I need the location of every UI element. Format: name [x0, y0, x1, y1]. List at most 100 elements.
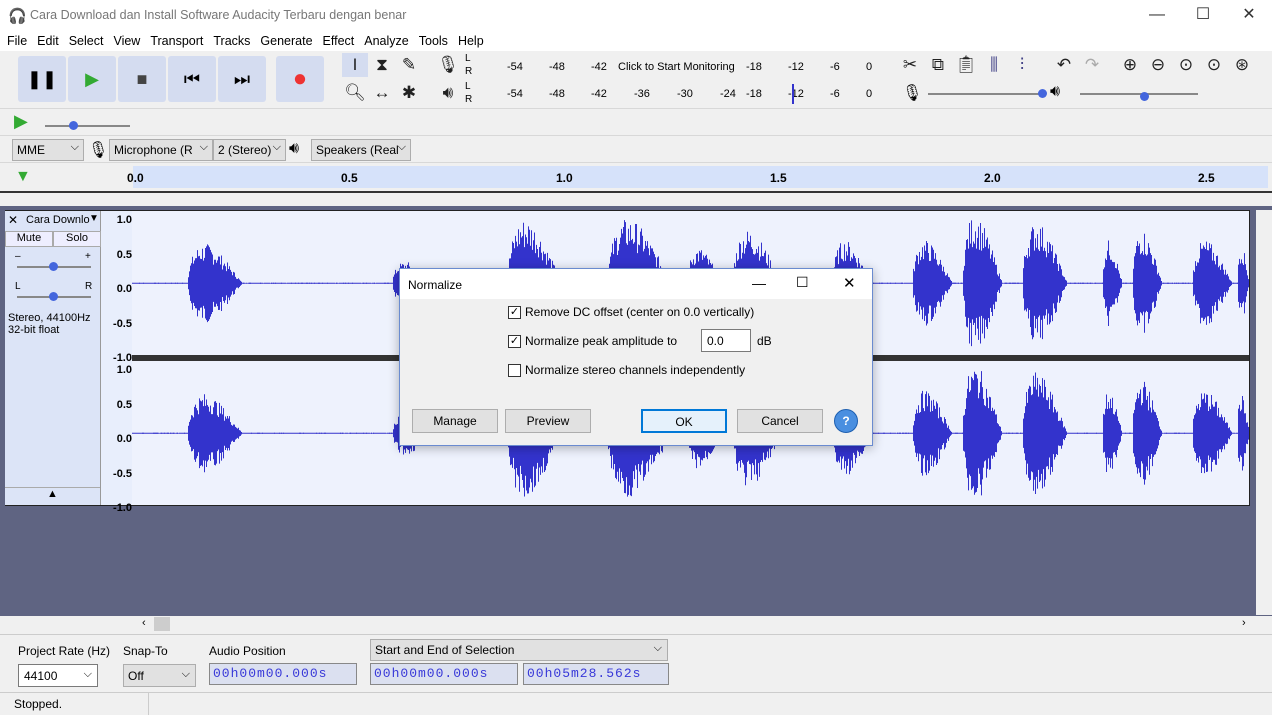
scroll-right-icon[interactable]: › — [1242, 617, 1246, 629]
record-meter-button[interactable]: 🎙︎ — [435, 53, 461, 77]
cut-icon[interactable]: ✂ — [897, 53, 923, 77]
silence-icon[interactable]: ⫶ — [1009, 53, 1035, 77]
meter-tick-label: -42 — [591, 61, 607, 73]
audio-host-select[interactable]: MME — [12, 139, 84, 161]
cancel-button[interactable]: Cancel — [737, 409, 823, 433]
undo-icon[interactable]: ↶ — [1051, 53, 1077, 77]
remove-dc-checkbox[interactable]: ✓ Remove DC offset (center on 0.0 vertica… — [508, 305, 754, 319]
menu-tools[interactable]: Tools — [414, 32, 453, 50]
recording-channels-select[interactable]: 2 (Stereo) — [213, 139, 286, 161]
selection-start-time[interactable]: 00h00m00.000s — [370, 663, 518, 685]
envelope-tool[interactable]: ⧗ — [369, 53, 395, 77]
track-close-button[interactable]: ✕ — [8, 213, 18, 227]
solo-button[interactable]: Solo — [53, 231, 101, 247]
stop-button[interactable]: ■ — [118, 56, 166, 102]
preview-button[interactable]: Preview — [505, 409, 591, 433]
meter-tick-label: -18 — [746, 61, 762, 73]
normalize-dialog: Normalize — ☐ ✕ ✓ Remove DC offset (cente… — [399, 268, 873, 446]
playback-device-select[interactable]: Speakers (Real — [311, 139, 411, 161]
dialog-close-button[interactable]: ✕ — [843, 274, 856, 292]
redo-icon[interactable]: ↷ — [1079, 53, 1105, 77]
collapse-track-button[interactable]: ▲ — [5, 487, 100, 504]
minimize-button[interactable]: — — [1134, 0, 1180, 32]
track-name-menu[interactable]: Cara Downlo — [26, 214, 90, 226]
draw-tool[interactable]: ✎ — [396, 53, 422, 77]
zoom-out-icon[interactable]: ⊖ — [1145, 53, 1171, 77]
normalize-peak-label: Normalize peak amplitude to — [525, 334, 678, 348]
menu-effect[interactable]: Effect — [318, 32, 360, 50]
skip-to-start-button[interactable]: ⏮ — [168, 56, 216, 102]
audio-position-time[interactable]: 00h00m00.000s — [209, 663, 357, 685]
time-shift-tool[interactable]: ↔ — [369, 81, 395, 105]
stop-icon: ■ — [136, 68, 148, 89]
slider-thumb[interactable] — [49, 292, 58, 301]
amplitude-scale-label: 0.0 — [116, 433, 132, 445]
slider-thumb[interactable] — [49, 262, 58, 271]
menu-tracks[interactable]: Tracks — [208, 32, 255, 50]
play-at-speed-button[interactable]: ▶ — [14, 111, 38, 133]
mute-button[interactable]: Mute — [5, 231, 53, 247]
fit-selection-icon[interactable]: ⊙ — [1173, 53, 1199, 77]
snap-to-select[interactable]: Off ⌵ — [123, 664, 196, 687]
timeline-options-icon[interactable]: ▼ — [15, 168, 31, 186]
multi-tool[interactable]: ✱ — [396, 81, 422, 105]
scroll-thumb[interactable] — [154, 617, 170, 631]
meter-tick-label: -6 — [830, 88, 840, 100]
meter-tick-label: -24 — [720, 88, 736, 100]
recording-volume-slider[interactable] — [928, 93, 1046, 95]
remove-dc-label: Remove DC offset (center on 0.0 vertical… — [525, 305, 755, 319]
vertical-scrollbar[interactable] — [1256, 210, 1272, 615]
project-rate-select[interactable]: 44100 ⌵ — [18, 664, 98, 687]
peak-amplitude-input[interactable] — [701, 329, 751, 352]
close-button[interactable]: ✕ — [1226, 0, 1272, 32]
menu-transport[interactable]: Transport — [145, 32, 208, 50]
paste-icon[interactable]: 📋︎ — [953, 53, 979, 77]
horizontal-scrollbar[interactable]: ‹ › — [0, 616, 1272, 633]
skip-to-end-button[interactable]: ⏭ — [218, 56, 266, 102]
skip-start-icon: ⏮ — [183, 68, 201, 89]
menu-analyze[interactable]: Analyze — [359, 32, 413, 50]
slider-thumb[interactable] — [69, 121, 78, 130]
trim-icon[interactable]: ⫼ — [981, 53, 1007, 77]
recording-device-select[interactable]: Microphone (R — [109, 139, 213, 161]
ok-button[interactable]: OK — [641, 409, 727, 433]
speed-slider[interactable] — [45, 125, 130, 127]
help-button[interactable]: ? — [834, 409, 858, 433]
pause-button[interactable]: ❚❚ — [18, 56, 66, 102]
zoom-tool[interactable]: 🔍︎ — [342, 81, 368, 105]
menu-file[interactable]: File — [0, 32, 32, 50]
menu-view[interactable]: View — [108, 32, 145, 50]
record-button[interactable]: ● — [276, 56, 324, 102]
timeline-ruler[interactable]: ▼ 0.0 0.5 1.0 1.5 2.0 2.5 — [0, 164, 1272, 193]
manage-button[interactable]: Manage — [412, 409, 498, 433]
playback-meter[interactable]: -54 -48 -42 -36 -30 -24 -18 -12 -6 0 — [474, 83, 878, 105]
slider-thumb[interactable] — [1038, 89, 1047, 98]
dialog-maximize-button[interactable]: ☐ — [796, 274, 809, 291]
slider-thumb[interactable] — [1140, 92, 1149, 101]
copy-icon[interactable]: ⧉ — [925, 53, 951, 77]
record-meter[interactable]: -54 -48 -42 Click to Start Monitoring -18 -12… — [474, 56, 878, 78]
menu-select[interactable]: Select — [64, 32, 109, 50]
normalize-peak-checkbox[interactable]: ✓ Normalize peak amplitude to — [508, 334, 677, 348]
menu-edit[interactable]: Edit — [32, 32, 64, 50]
selection-mode-select[interactable]: Start and End of Selection ⌵ — [370, 639, 668, 661]
track-menu-chevron-icon[interactable]: ▼ — [89, 213, 99, 224]
fit-project-icon[interactable]: ⊙ — [1201, 53, 1227, 77]
selection-tool[interactable]: I — [342, 53, 368, 77]
zoom-toggle-icon[interactable]: ⊛ — [1229, 53, 1255, 77]
zoom-in-icon[interactable]: ⊕ — [1117, 53, 1143, 77]
selection-end-time[interactable]: 00h05m28.562s — [523, 663, 669, 685]
scroll-left-icon[interactable]: ‹ — [142, 617, 146, 629]
magnifier-icon: 🔍︎ — [344, 83, 366, 102]
maximize-button[interactable]: ☐ — [1180, 0, 1226, 32]
playback-level-marker — [792, 84, 794, 104]
menu-help[interactable]: Help — [453, 32, 489, 50]
amplitude-scale-label: 1.0 — [116, 214, 132, 226]
play-button[interactable]: ▶ — [68, 56, 116, 102]
play-meter-button[interactable]: 🔊︎ — [435, 81, 461, 105]
stereo-independent-checkbox[interactable]: Normalize stereo channels independently — [508, 363, 745, 377]
playback-volume-slider[interactable] — [1080, 93, 1198, 95]
dialog-minimize-button[interactable]: — — [752, 275, 766, 291]
gain-minus-label: – — [15, 251, 21, 262]
menu-generate[interactable]: Generate — [255, 32, 317, 50]
